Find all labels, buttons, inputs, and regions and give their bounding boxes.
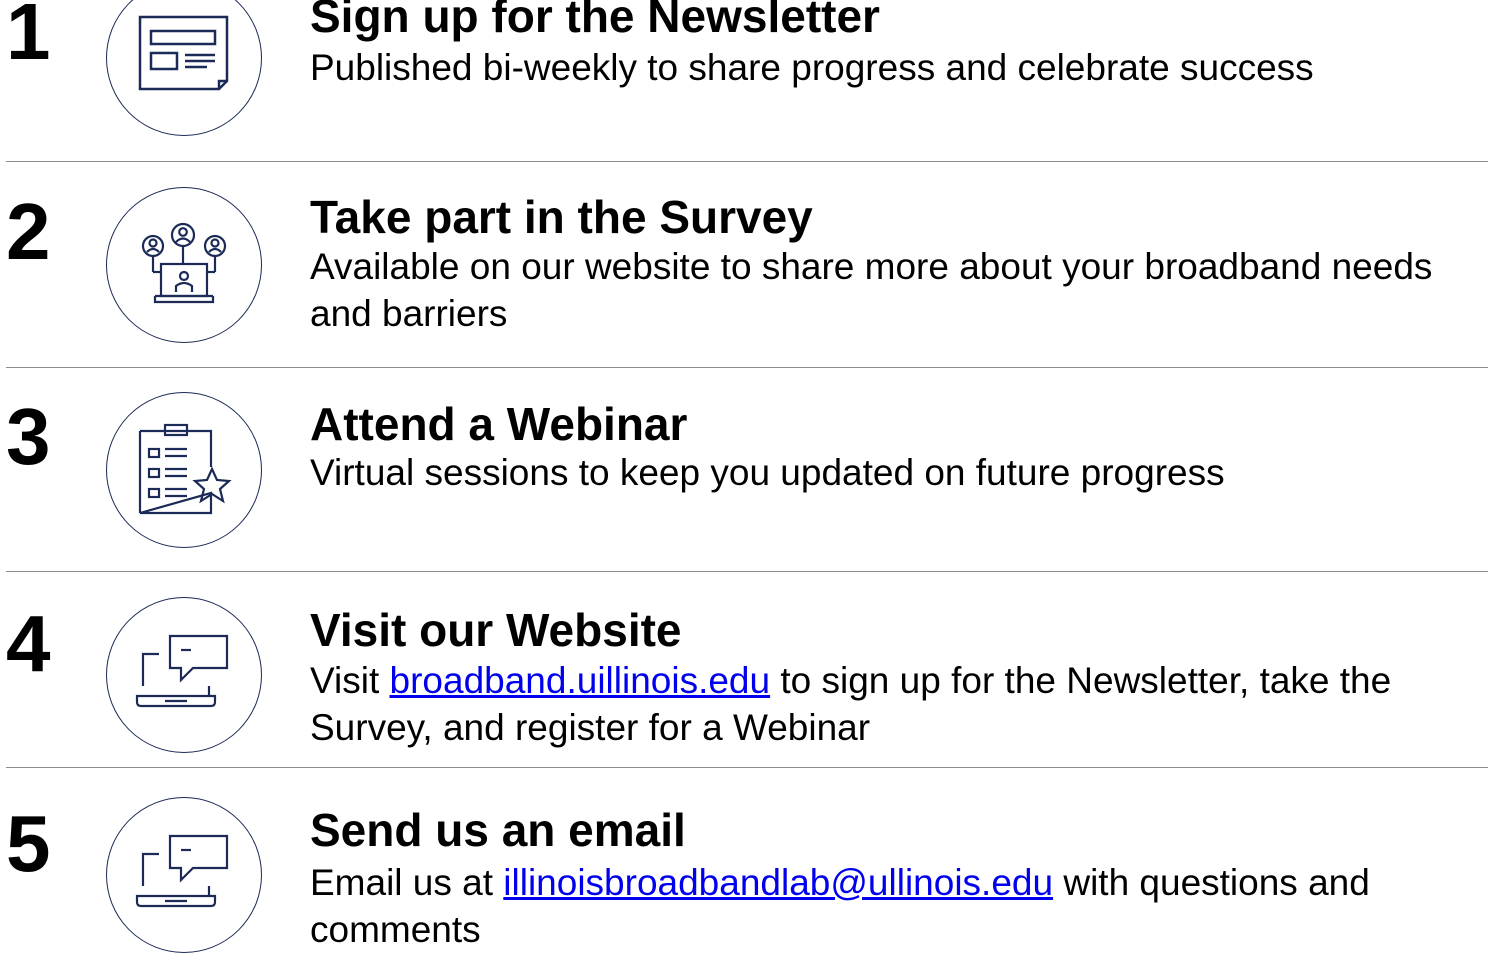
step-title: Sign up for the Newsletter — [310, 0, 880, 42]
description-text: Email us at — [310, 862, 504, 903]
step-number: 1 — [6, 0, 51, 76]
step-description: Visit broadband.uillinois.edu to sign up… — [310, 657, 1480, 751]
icon-circle — [106, 187, 262, 343]
step-number: 4 — [6, 599, 51, 688]
icon-circle — [106, 392, 262, 548]
divider — [6, 161, 1488, 162]
step-description: Email us at illinoisbroadbandlab@ullinoi… — [310, 859, 1480, 953]
step-title: Take part in the Survey — [310, 191, 813, 243]
step-title: Visit our Website — [310, 604, 682, 656]
icon-circle — [106, 0, 262, 136]
laptop-chat-icon — [135, 834, 229, 908]
icon-circle — [106, 597, 262, 753]
step-number: 3 — [6, 392, 51, 481]
divider — [6, 367, 1488, 368]
step-number: 5 — [6, 799, 51, 888]
description-text: Visit — [310, 660, 390, 701]
step-number: 2 — [6, 187, 51, 276]
icon-circle — [106, 797, 262, 953]
laptop-chat-icon — [135, 634, 229, 708]
step-title: Send us an email — [310, 804, 686, 856]
step-title: Attend a Webinar — [310, 398, 688, 450]
checklist-star-icon — [138, 423, 232, 515]
newsletter-icon — [138, 15, 229, 91]
survey-people-icon — [141, 222, 227, 304]
step-description: Virtual sessions to keep you updated on … — [310, 452, 1225, 493]
divider — [6, 767, 1488, 768]
email-link[interactable]: illinoisbroadbandlab@ullinois.edu — [503, 862, 1053, 903]
divider — [6, 571, 1488, 572]
website-link[interactable]: broadband.uillinois.edu — [390, 660, 771, 701]
step-description: Available on our website to share more a… — [310, 246, 1433, 334]
step-description: Published bi-weekly to share progress an… — [310, 47, 1314, 88]
